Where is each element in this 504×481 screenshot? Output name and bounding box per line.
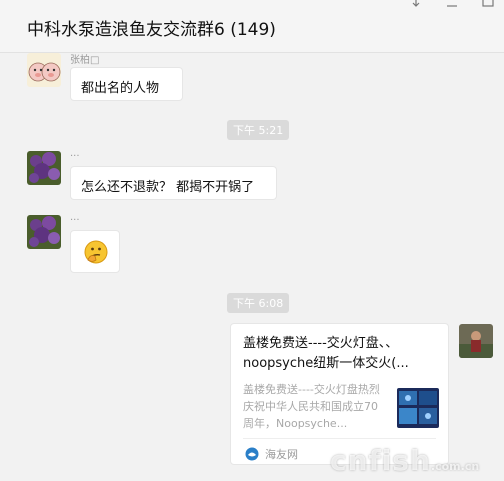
title-bar: 中科水泵造浪鱼友交流群6 (149)	[0, 0, 504, 53]
thinking-emoji-icon	[84, 240, 108, 268]
sender-name: ...	[70, 148, 80, 159]
divider	[243, 438, 436, 439]
purple-flower-avatar[interactable]	[27, 151, 61, 185]
link-card-thumbnail	[397, 388, 439, 428]
pin-icon[interactable]	[410, 0, 424, 8]
sender-name: ...	[70, 212, 80, 223]
message-bubble[interactable]: 都出名的人物	[70, 67, 183, 101]
link-card-title: 盖楼免费送----交火灯盘、、noopsyche纽斯一体交火(...	[243, 336, 409, 371]
message-bubble[interactable]: 怎么还不退款？ 都揭不开锅了	[70, 166, 277, 200]
self-avatar[interactable]	[459, 324, 493, 358]
timestamp: 下午 5:21	[227, 120, 290, 140]
link-card-description: 盖楼免费送----交火灯盘热烈庆祝中华人民共和国成立70周年，Noopsyche…	[243, 383, 380, 430]
watermark: cnfish.com.cn	[330, 444, 480, 477]
link-card-source: 海友网	[265, 448, 298, 461]
maximize-icon[interactable]	[482, 0, 496, 8]
window-controls	[410, 0, 496, 8]
cartoon-pig-avatar[interactable]	[27, 53, 61, 87]
sender-name: 张柏□	[70, 55, 100, 66]
emoji-bubble[interactable]	[70, 230, 120, 273]
minimize-icon[interactable]	[446, 0, 460, 8]
purple-flower-avatar[interactable]	[27, 215, 61, 249]
timestamp: 下午 6:08	[227, 293, 290, 313]
chat-title: 中科水泵造浪鱼友交流群6 (149)	[27, 20, 276, 40]
site-logo-icon	[245, 446, 259, 461]
